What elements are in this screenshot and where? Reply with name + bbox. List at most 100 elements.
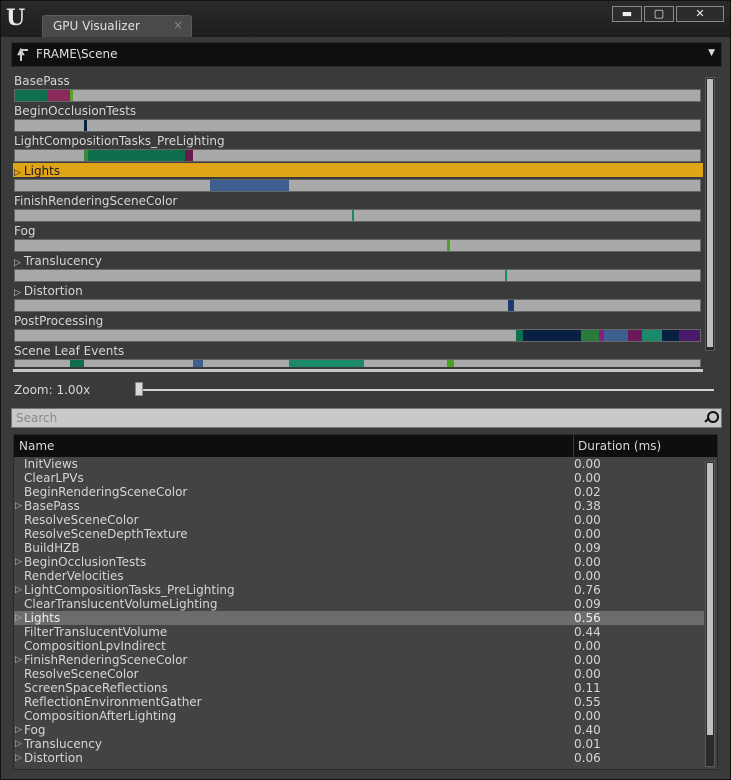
timeline-event-segment[interactable] (210, 180, 289, 191)
timeline-event-segment[interactable] (47, 90, 70, 101)
zoom-slider-handle[interactable] (135, 382, 143, 396)
timeline-row-label[interactable]: ▷ Translucency (14, 254, 102, 268)
timeline-row[interactable]: PostProcessing (13, 313, 703, 343)
table-row[interactable]: ResolveSceneDepthTexture 0.00 (14, 527, 704, 541)
expand-triangle-icon[interactable]: ▷ (15, 653, 22, 667)
expand-triangle-icon[interactable]: ▷ (14, 258, 21, 268)
search-input[interactable] (12, 409, 702, 427)
expand-triangle-icon[interactable]: ▷ (15, 737, 22, 751)
timeline-bar[interactable] (14, 209, 701, 222)
table-row[interactable]: InitViews 0.00 (14, 457, 704, 471)
timeline-event-segment[interactable] (447, 240, 450, 251)
table-row[interactable]: ▷ Lights 0.56 (14, 611, 704, 625)
timeline-event-segment[interactable] (185, 150, 193, 161)
timeline-event-segment[interactable] (289, 360, 364, 367)
timeline-event-segment[interactable] (15, 90, 47, 101)
expand-triangle-icon[interactable]: ▷ (15, 583, 22, 597)
table-row[interactable]: FilterTranslucentVolume 0.44 (14, 625, 704, 639)
expand-triangle-icon[interactable]: ▷ (14, 168, 21, 178)
timeline-row[interactable]: ▷ Lights (13, 163, 703, 193)
timeline-row-label[interactable]: ▷ Lights (14, 164, 60, 178)
timeline-scrollbar[interactable] (705, 77, 715, 351)
timeline-event-segment[interactable] (505, 270, 507, 281)
column-header-name[interactable]: Name (19, 439, 54, 453)
zoom-slider[interactable] (137, 389, 714, 391)
timeline-row[interactable]: ▷ Translucency (13, 253, 703, 283)
search-box[interactable] (11, 408, 722, 428)
timeline-row-label[interactable]: PostProcessing (14, 314, 103, 328)
table-row[interactable]: ▷ BasePass 0.38 (14, 499, 704, 513)
timeline-event-segment[interactable] (662, 330, 679, 341)
table-row[interactable]: ScreenSpaceReflections 0.11 (14, 681, 704, 695)
timeline-bar[interactable] (14, 239, 701, 252)
tab-close-icon[interactable]: × (173, 18, 183, 32)
table-row[interactable]: ▷ Translucency 0.01 (14, 737, 704, 751)
close-button[interactable]: ✕ (676, 6, 724, 22)
expand-triangle-icon[interactable]: ▷ (15, 611, 22, 625)
timeline-event-segment[interactable] (523, 330, 581, 341)
timeline-event-segment[interactable] (679, 330, 700, 341)
expand-triangle-icon[interactable]: ▷ (14, 288, 21, 298)
table-row[interactable]: ResolveSceneColor 0.00 (14, 513, 704, 527)
timeline-row[interactable]: Scene Leaf Events (13, 343, 703, 367)
table-row[interactable]: RenderVelocities 0.00 (14, 569, 704, 583)
breadcrumb[interactable]: ▲ FRAME\Scene ▼ (11, 42, 722, 67)
table-row[interactable]: ClearTranslucentVolumeLighting 0.09 (14, 597, 704, 611)
table-scrollbar-thumb[interactable] (707, 463, 713, 735)
timeline-bar[interactable] (14, 329, 701, 342)
chevron-down-icon[interactable]: ▼ (708, 48, 715, 58)
timeline-event-segment[interactable] (70, 90, 73, 101)
minimize-button[interactable]: ▬ (612, 6, 642, 22)
table-row[interactable]: ▷ Distortion 0.06 (14, 751, 704, 765)
timeline-event-segment[interactable] (70, 360, 84, 367)
timeline-row-label[interactable]: ▷ Distortion (14, 284, 83, 298)
timeline-scrollbar-thumb[interactable] (707, 79, 713, 347)
timeline-event-segment[interactable] (84, 120, 87, 131)
maximize-button[interactable]: ▢ (644, 6, 674, 22)
table-row[interactable]: CompositionLpvIndirect 0.00 (14, 639, 704, 653)
table-row[interactable]: BeginRenderingSceneColor 0.02 (14, 485, 704, 499)
timeline-row[interactable]: Fog (13, 223, 703, 253)
timeline-event-segment[interactable] (628, 330, 642, 341)
table-row[interactable]: ResolveSceneColor 0.00 (14, 667, 704, 681)
timeline-event-segment[interactable] (352, 210, 354, 221)
expand-triangle-icon[interactable]: ▷ (15, 723, 22, 737)
up-level-icon[interactable]: ▲ (17, 47, 31, 63)
timeline-event-segment[interactable] (642, 330, 663, 341)
column-header-duration[interactable]: Duration (ms) (578, 439, 661, 453)
table-scrollbar[interactable] (705, 461, 715, 767)
timeline-row[interactable]: ▷ Distortion (13, 283, 703, 313)
table-row[interactable]: CompositionAfterLighting 0.00 (14, 709, 704, 723)
title-bar[interactable]: U GPU Visualizer × ▬ ▢ ✕ (1, 1, 730, 37)
timeline-row-label[interactable]: BeginOcclusionTests (14, 104, 136, 118)
timeline-bar[interactable] (14, 179, 701, 192)
timeline-event-segment[interactable] (88, 150, 185, 161)
table-row[interactable]: ▷ BeginOcclusionTests 0.00 (14, 555, 704, 569)
table-row[interactable]: ClearLPVs 0.00 (14, 471, 704, 485)
timeline-bar[interactable] (14, 359, 701, 367)
event-timeline[interactable]: BasePass BeginOcclusionTests LightComposit… (13, 73, 703, 367)
expand-triangle-icon[interactable]: ▷ (15, 499, 22, 513)
timeline-bar[interactable] (14, 149, 701, 162)
timeline-event-segment[interactable] (604, 330, 628, 341)
search-icon[interactable] (704, 411, 719, 425)
timeline-event-segment[interactable] (447, 360, 454, 367)
tab-gpu-visualizer[interactable]: GPU Visualizer × (42, 15, 192, 37)
timeline-row-label[interactable]: Scene Leaf Events (14, 344, 124, 358)
timeline-bar[interactable] (14, 119, 701, 132)
timeline-row[interactable]: BeginOcclusionTests (13, 103, 703, 133)
timeline-event-segment[interactable] (581, 330, 599, 341)
timeline-row[interactable]: LightCompositionTasks_PreLighting (13, 133, 703, 163)
timeline-event-segment[interactable] (508, 300, 514, 311)
timeline-bar[interactable] (14, 269, 701, 282)
table-row[interactable]: ▷ FinishRenderingSceneColor 0.00 (14, 653, 704, 667)
expand-triangle-icon[interactable]: ▷ (15, 555, 22, 569)
table-row[interactable]: BuildHZB 0.09 (14, 541, 704, 555)
timeline-row-label[interactable]: LightCompositionTasks_PreLighting (14, 134, 225, 148)
timeline-row[interactable]: BasePass (13, 73, 703, 103)
timeline-row-label[interactable]: BasePass (14, 74, 70, 88)
expand-triangle-icon[interactable]: ▷ (15, 751, 22, 765)
timeline-row-label[interactable]: Fog (14, 224, 35, 238)
table-row[interactable]: ▷ Fog 0.40 (14, 723, 704, 737)
table-row[interactable]: ReflectionEnvironmentGather 0.55 (14, 695, 704, 709)
